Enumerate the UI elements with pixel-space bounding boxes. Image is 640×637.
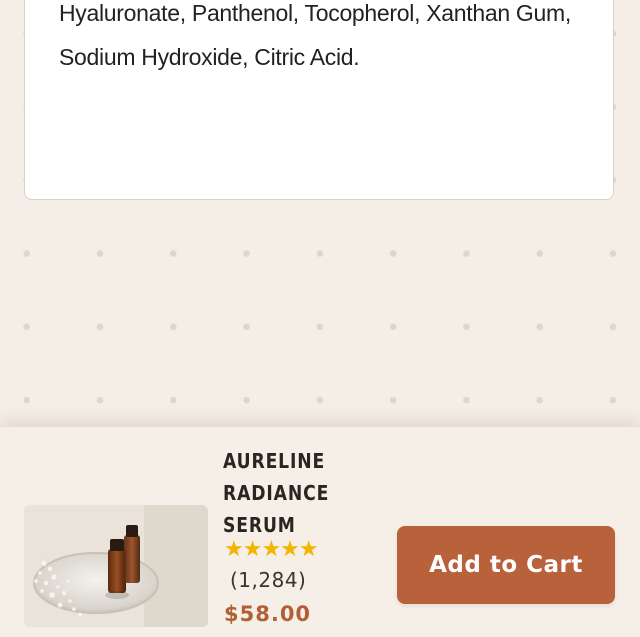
review-count[interactable]: (1,284) [230,567,306,593]
ingredients-list: Niacinamide (5%), Propanediol, Glycerin,… [59,0,571,70]
sticky-add-to-cart-bar: Aureline Radiance Serum ★★★★★ (1,284) $5… [0,426,640,637]
ingredients-card: Niacinamide (5%), Propanediol, Glycerin,… [24,0,614,200]
product-photo [24,505,208,627]
add-to-cart-button[interactable]: Add to Cart [397,526,615,604]
product-thumbnail[interactable] [24,505,208,627]
product-title: Aureline Radiance Serum [223,449,330,537]
star-icon: ★★★★★ [224,537,319,562]
product-price: $58.00 [224,602,312,626]
star-rating: ★★★★★ [224,537,319,563]
